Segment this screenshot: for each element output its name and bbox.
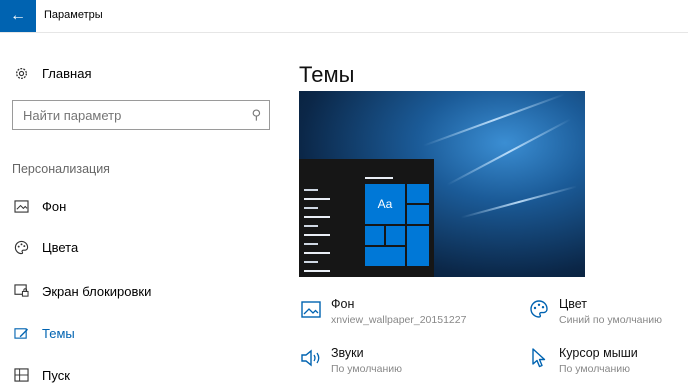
speaker-icon [299, 346, 323, 370]
tile [407, 184, 429, 203]
start-tiles: Aa [365, 184, 429, 266]
lock-screen-icon [12, 282, 30, 300]
sidebar-item-label: Темы [42, 325, 75, 341]
tile-aa: Aa [365, 184, 405, 224]
option-subtitle: Синий по умолчанию [559, 314, 663, 326]
option-subtitle: xnview_wallpaper_20151227 [331, 314, 467, 326]
start-menu-list [304, 189, 330, 277]
cursor-icon [527, 346, 551, 370]
search-icon[interactable]: ⚲ [251, 107, 261, 123]
sidebar-home[interactable]: Главная [12, 64, 91, 82]
window-title: Параметры [44, 9, 103, 21]
back-button[interactable]: ← [0, 0, 36, 32]
option-title: Фон [331, 297, 355, 311]
option-sounds[interactable]: Звуки По умолчанию [299, 346, 402, 375]
section-label: Персонализация [12, 162, 110, 176]
option-mouse-cursor[interactable]: Курсор мыши По умолчанию [527, 346, 638, 375]
palette-icon [527, 297, 551, 321]
sidebar-item-start[interactable]: Пуск [12, 366, 70, 384]
sidebar-item-label: Экран блокировки [42, 283, 152, 299]
start-icon [12, 366, 30, 384]
sidebar-item-colors[interactable]: Цвета [12, 238, 78, 256]
page-title: Темы [299, 62, 355, 87]
theme-preview: Aa [299, 91, 585, 277]
option-title: Звуки [331, 346, 364, 360]
sidebar-item-label: Пуск [42, 367, 70, 383]
sidebar-item-themes[interactable]: Темы [12, 324, 75, 342]
tile-group-header [365, 177, 393, 179]
start-menu-preview: Aa [299, 159, 434, 277]
option-subtitle: По умолчанию [559, 363, 631, 375]
tile [386, 226, 405, 245]
option-title: Цвет [559, 297, 588, 311]
option-color[interactable]: Цвет Синий по умолчанию [527, 297, 662, 326]
tile [407, 205, 429, 224]
gear-icon [12, 64, 30, 82]
sidebar-item-label: Цвета [42, 239, 79, 255]
sidebar-item-label: Фон [42, 198, 67, 214]
option-background[interactable]: Фон xnview_wallpaper_20151227 [299, 297, 466, 326]
search-input[interactable] [21, 107, 245, 124]
palette-icon [12, 238, 30, 256]
sidebar-item-background[interactable]: Фон [12, 197, 66, 215]
title-bar: ← Параметры [0, 0, 688, 33]
option-subtitle: По умолчанию [331, 363, 403, 375]
light-streak [423, 93, 565, 147]
picture-icon [299, 297, 323, 321]
light-streak [460, 185, 578, 219]
option-title: Курсор мыши [559, 346, 638, 360]
sidebar: Главная ⚲ Персонализация Фон Цвета Экран… [0, 32, 285, 383]
search-box[interactable]: ⚲ [12, 100, 270, 130]
arrow-left-icon: ← [10, 7, 26, 24]
tile [365, 247, 405, 266]
image-icon [12, 197, 30, 215]
tile [365, 226, 384, 245]
themes-icon [12, 324, 30, 342]
sidebar-item-lock-screen[interactable]: Экран блокировки [12, 282, 151, 300]
tile [407, 226, 429, 266]
home-label: Главная [42, 65, 92, 81]
